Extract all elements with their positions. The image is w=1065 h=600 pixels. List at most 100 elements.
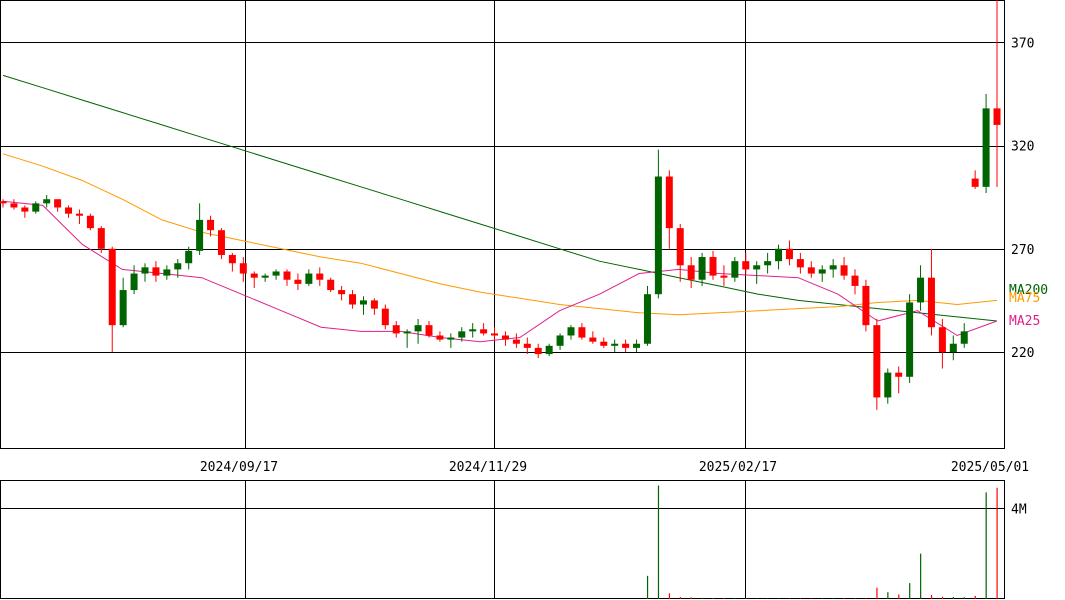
candle-body bbox=[600, 341, 608, 346]
candle-body bbox=[567, 327, 575, 336]
candle-body bbox=[523, 343, 531, 348]
volume-bar bbox=[974, 595, 976, 599]
volume-panel: 4M bbox=[0, 480, 1027, 599]
price-tick-label: 370 bbox=[1011, 36, 1034, 51]
candle-body bbox=[993, 108, 1001, 125]
candle-body bbox=[108, 248, 116, 326]
candle-body bbox=[917, 277, 925, 303]
candle-body bbox=[403, 331, 411, 334]
candle-body bbox=[338, 290, 346, 295]
candle-body bbox=[349, 294, 357, 305]
volume-panel-frame bbox=[0, 480, 1005, 599]
candle-body bbox=[327, 279, 335, 291]
candle-body bbox=[643, 294, 651, 344]
volume-bar bbox=[920, 553, 922, 599]
volume-bars bbox=[646, 485, 998, 599]
candle-body bbox=[54, 199, 62, 208]
candle-body bbox=[480, 329, 488, 334]
candle-body bbox=[469, 329, 477, 332]
volume-bar bbox=[898, 594, 900, 599]
volume-bar bbox=[668, 593, 671, 599]
candle-body bbox=[381, 308, 389, 326]
volume-bar bbox=[712, 598, 714, 599]
volume-bar bbox=[887, 592, 889, 599]
candle-body bbox=[545, 345, 553, 355]
price-panel: 220270320370 MA200MA75MA25 bbox=[0, 0, 1048, 449]
volume-bar bbox=[996, 487, 998, 599]
candle-body bbox=[742, 261, 750, 270]
ma-label-ma25: MA25 bbox=[1009, 314, 1040, 329]
volume-bar bbox=[810, 598, 813, 599]
candle-body bbox=[764, 261, 772, 266]
price-tick-label: 270 bbox=[1011, 243, 1034, 258]
candle-body bbox=[250, 273, 258, 278]
date-tick-label: 2024/09/17 bbox=[200, 460, 278, 475]
candle-body bbox=[501, 335, 509, 340]
ma-line-ma25 bbox=[2, 200, 998, 343]
candle-body bbox=[796, 259, 804, 268]
candle-body bbox=[698, 257, 706, 280]
candle-body bbox=[938, 327, 946, 352]
candle-body bbox=[0, 201, 7, 204]
volume-grid bbox=[0, 481, 1004, 599]
candle-body bbox=[65, 207, 73, 214]
volume-bar bbox=[745, 598, 747, 599]
candle-body bbox=[425, 325, 433, 336]
volume-bar bbox=[734, 598, 736, 599]
price-tick-label: 320 bbox=[1011, 140, 1034, 155]
volume-bar bbox=[756, 598, 758, 599]
candle-body bbox=[305, 273, 313, 284]
candle-body bbox=[316, 273, 324, 280]
candle-body bbox=[687, 265, 695, 280]
candle-body bbox=[414, 325, 422, 332]
candle-body bbox=[807, 267, 815, 274]
date-tick-label: 2025/02/17 bbox=[699, 460, 777, 475]
candle-body bbox=[436, 335, 444, 340]
candle-body bbox=[927, 277, 935, 328]
candle-body bbox=[185, 250, 193, 264]
candle-body bbox=[152, 267, 160, 276]
volume-bar bbox=[832, 598, 834, 599]
volume-bar bbox=[788, 598, 791, 599]
price-grid bbox=[0, 0, 1004, 448]
stock-chart: 220270320370 MA200MA75MA25 2024/09/17 202… bbox=[0, 0, 1048, 599]
candle-body bbox=[982, 108, 990, 187]
candle-body bbox=[97, 228, 105, 249]
candle-body bbox=[261, 275, 269, 278]
date-tick-label: 2024/11/29 bbox=[449, 460, 527, 475]
moving-average-lines bbox=[2, 74, 998, 343]
volume-bar bbox=[657, 485, 660, 599]
candle-body bbox=[676, 228, 684, 266]
volume-bar bbox=[952, 596, 955, 599]
candle-body bbox=[141, 267, 149, 274]
candle-body bbox=[818, 269, 826, 274]
candle-body bbox=[840, 265, 848, 276]
candle-body bbox=[163, 269, 171, 276]
volume-tick-label: 4M bbox=[1011, 503, 1027, 518]
volume-bar bbox=[701, 597, 703, 599]
candle-body bbox=[611, 343, 619, 346]
volume-bar bbox=[778, 598, 780, 599]
volume-bar bbox=[821, 598, 823, 599]
candle-body bbox=[75, 213, 83, 216]
moving-average-legend: MA200MA75MA25 bbox=[1009, 283, 1048, 329]
candle-body bbox=[86, 215, 94, 229]
candle-body bbox=[458, 331, 466, 338]
candle-body bbox=[174, 263, 182, 270]
volume-bar bbox=[843, 598, 845, 599]
candle-body bbox=[119, 290, 127, 326]
candle-body bbox=[851, 275, 859, 286]
candle-body bbox=[578, 327, 586, 338]
volume-bar bbox=[854, 598, 856, 599]
candle-body bbox=[21, 207, 29, 212]
volume-axis-ticks: 4M bbox=[1011, 503, 1027, 518]
candle-body bbox=[272, 271, 280, 276]
candle-body bbox=[633, 343, 641, 348]
candle-body bbox=[512, 339, 520, 344]
candle-body bbox=[10, 203, 18, 208]
volume-bar bbox=[767, 598, 769, 599]
candle-body bbox=[359, 300, 367, 305]
volume-bar bbox=[723, 598, 725, 599]
candle-body bbox=[884, 372, 892, 398]
volume-bar bbox=[909, 583, 911, 599]
